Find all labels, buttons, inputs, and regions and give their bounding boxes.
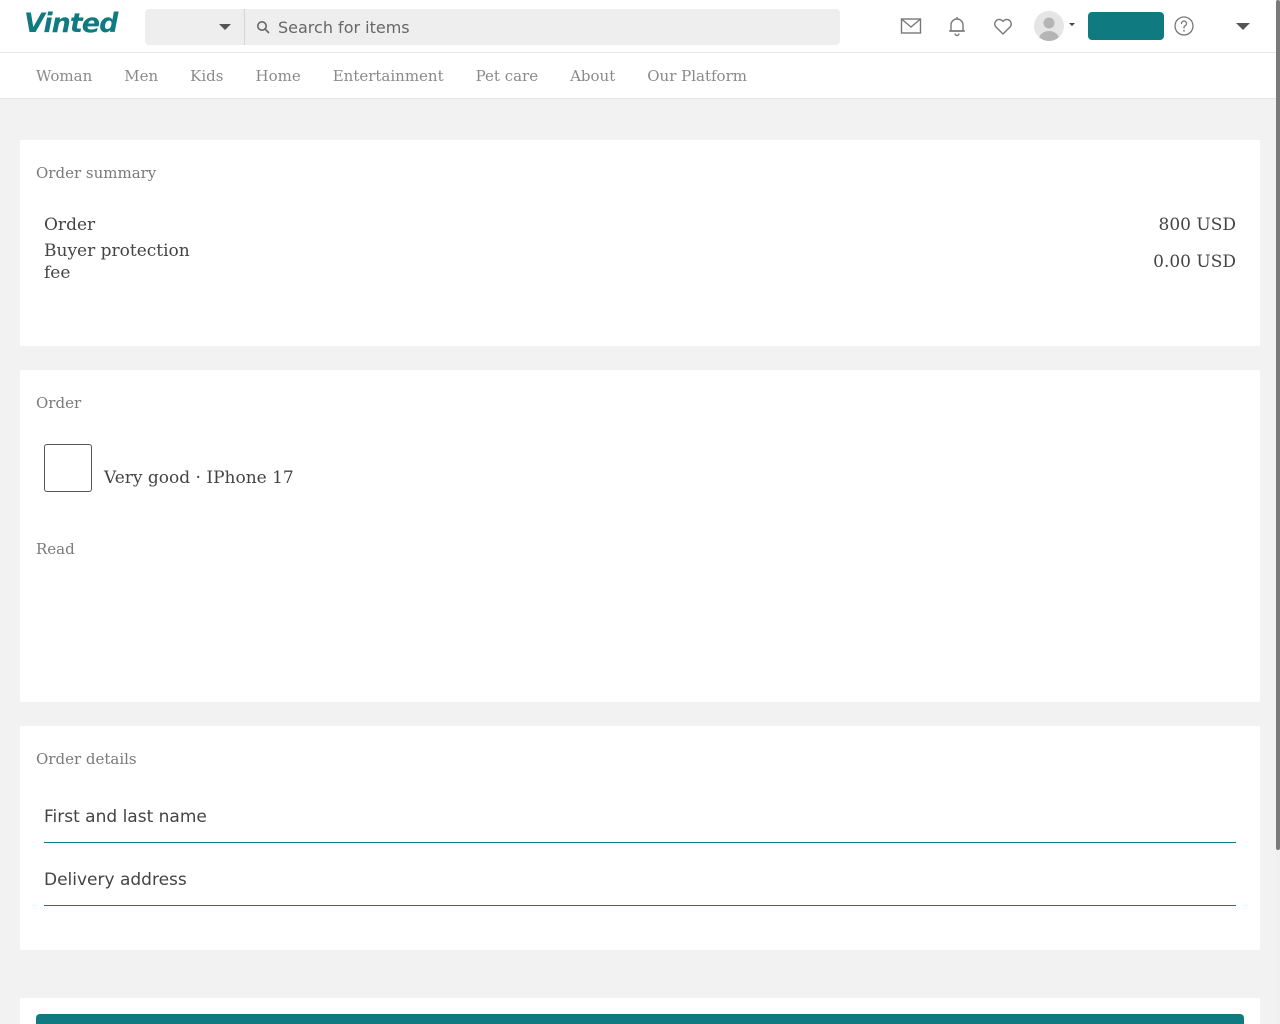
order-summary-title: Order summary (36, 164, 157, 182)
user-icon (1039, 17, 1059, 41)
pay-button[interactable] (36, 1014, 1244, 1024)
order-card: Order Very good · IPhone 17 Read (20, 370, 1260, 702)
search-category-select[interactable] (145, 9, 245, 45)
summary-value: 800 USD (1158, 215, 1236, 235)
summary-value: 0.00 USD (1153, 252, 1236, 272)
top-header: Vinted (0, 0, 1276, 53)
nav-item-about[interactable]: About (554, 53, 631, 99)
help-icon[interactable] (1172, 14, 1196, 38)
category-nav: Woman Men Kids Home Entertainment Pet ca… (0, 53, 1276, 99)
nav-item-kids[interactable]: Kids (174, 53, 239, 99)
mail-icon[interactable] (899, 14, 923, 38)
order-details-card: Order details (20, 726, 1260, 950)
bell-icon[interactable] (945, 14, 969, 38)
delivery-address-field[interactable] (44, 858, 1236, 902)
sell-now-button[interactable] (1088, 12, 1164, 40)
name-field-wrapper (44, 795, 1236, 843)
nav-item-pet-care[interactable]: Pet care (460, 53, 554, 99)
scrollbar-thumb[interactable] (1276, 0, 1280, 850)
name-field[interactable] (44, 795, 1236, 839)
order-title: Order (36, 394, 82, 412)
user-menu[interactable] (1034, 11, 1078, 41)
nav-item-home[interactable]: Home (239, 53, 316, 99)
address-field-wrapper (44, 858, 1236, 906)
order-details-title: Order details (36, 750, 137, 768)
summary-label: Order (44, 215, 96, 235)
nav-item-men[interactable]: Men (108, 53, 174, 99)
order-summary-card: Order summary Order 800 USD Buyer protec… (20, 140, 1260, 346)
search-icon (257, 21, 270, 34)
nav-item-entertainment[interactable]: Entertainment (317, 53, 460, 99)
summary-row-order: Order 800 USD (44, 214, 1236, 236)
search-input-wrapper (245, 9, 840, 45)
chevron-down-icon (1069, 23, 1075, 26)
language-dropdown-icon[interactable] (1236, 23, 1250, 30)
heart-icon[interactable] (991, 14, 1015, 38)
avatar (1034, 11, 1064, 41)
search-bar (145, 9, 840, 45)
summary-label: Buyer protection fee (44, 241, 190, 283)
chevron-down-icon (219, 24, 231, 30)
nav-item-woman[interactable]: Woman (20, 53, 108, 99)
vinted-logo[interactable]: Vinted (24, 8, 118, 39)
page-scrollbar[interactable] (1276, 0, 1280, 1024)
nav-item-our-platform[interactable]: Our Platform (631, 53, 763, 99)
summary-row-buyer-protection: Buyer protection fee 0.00 USD (44, 240, 1236, 284)
search-input[interactable] (278, 9, 832, 45)
item-thumbnail[interactable] (44, 444, 92, 492)
item-description: Very good · IPhone 17 (104, 468, 294, 488)
read-label: Read (36, 540, 75, 558)
payment-card (20, 998, 1260, 1024)
